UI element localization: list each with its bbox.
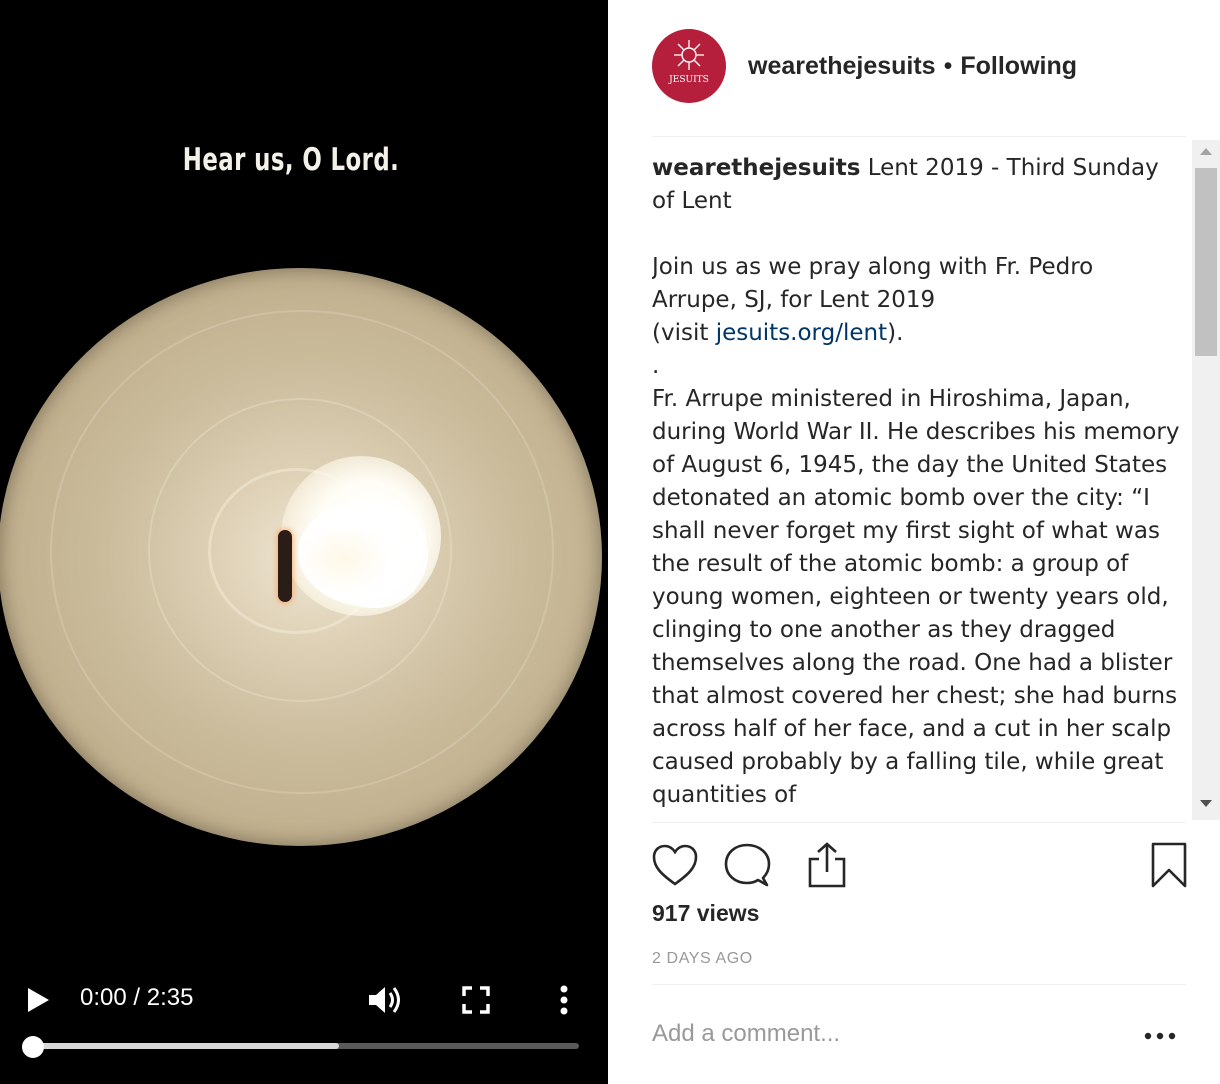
comment-button[interactable] — [720, 838, 774, 892]
view-count[interactable]: 917 views — [652, 900, 759, 927]
video-player[interactable]: Hear us, O Lord. 0:00 / 2:35 — [0, 0, 608, 1084]
play-button[interactable] — [20, 982, 56, 1018]
divider — [652, 136, 1186, 137]
visit-prefix: (visit — [652, 320, 716, 346]
avatar[interactable]: JESUITS — [652, 29, 726, 103]
add-comment-input[interactable]: Add a comment... — [652, 1020, 840, 1048]
post-header: JESUITS wearethejesuits • Following — [652, 28, 1192, 104]
like-button[interactable] — [648, 838, 702, 892]
avatar-label: JESUITS — [669, 75, 709, 85]
divider — [652, 822, 1186, 823]
heart-icon — [652, 844, 698, 886]
volume-icon — [369, 987, 400, 1013]
fullscreen-button[interactable] — [458, 982, 494, 1018]
visit-suffix: ). — [887, 320, 904, 346]
caption-title: wearethejesuits Lent 2019 - Third Sunday… — [652, 152, 1180, 218]
candle-image — [0, 268, 602, 846]
progress-scrubber-handle[interactable] — [22, 1036, 44, 1058]
share-button[interactable] — [800, 838, 854, 892]
post-more-options-button[interactable] — [1140, 1018, 1180, 1054]
caption-visit-line: (visit jesuits.org/lent). — [652, 317, 1180, 350]
horizontal-ellipsis-icon — [1144, 1032, 1176, 1040]
caption-paragraph: Fr. Arrupe ministered in Hiroshima, Japa… — [652, 386, 1180, 808]
action-bar — [648, 838, 1188, 892]
username-link[interactable]: wearethejesuits — [748, 52, 936, 81]
caption-paragraph: Join us as we pray along with Fr. Pedro … — [652, 254, 1094, 313]
time-display: 0:00 / 2:35 — [80, 984, 194, 1011]
sunburst-logo-icon — [674, 40, 704, 70]
volume-button[interactable] — [366, 982, 406, 1018]
share-icon — [808, 842, 846, 888]
scroll-up-arrow-icon[interactable] — [1200, 148, 1212, 155]
caption-author-link[interactable]: wearethejesuits — [652, 155, 860, 181]
bookmark-icon — [1151, 842, 1187, 888]
scrollbar-thumb[interactable] — [1195, 168, 1217, 356]
progress-fill — [33, 1043, 339, 1049]
vertical-ellipsis-icon — [560, 985, 568, 1015]
following-button[interactable]: Following — [960, 52, 1077, 81]
caption-scroll-area[interactable]: wearethejesuits Lent 2019 - Third Sunday… — [652, 152, 1180, 820]
play-icon — [28, 988, 49, 1012]
separator-dot: • — [943, 51, 953, 80]
caption-dot: . — [652, 353, 660, 379]
save-button[interactable] — [1142, 838, 1196, 892]
fullscreen-icon — [462, 986, 490, 1014]
video-more-options-button[interactable] — [550, 982, 578, 1018]
video-caption-overlay: Hear us, O Lord. — [182, 142, 400, 178]
scroll-down-arrow-icon[interactable] — [1200, 800, 1212, 807]
caption-scrollbar[interactable] — [1192, 140, 1220, 820]
speech-bubble-icon — [724, 843, 771, 887]
post-date[interactable]: 2 DAYS AGO — [652, 950, 753, 968]
divider — [652, 984, 1186, 985]
video-controls: 0:00 / 2:35 — [0, 970, 608, 1084]
progress-bar[interactable] — [33, 1043, 579, 1049]
post-panel: JESUITS wearethejesuits • Following wear… — [608, 0, 1220, 1084]
lent-link[interactable]: jesuits.org/lent — [716, 320, 887, 346]
